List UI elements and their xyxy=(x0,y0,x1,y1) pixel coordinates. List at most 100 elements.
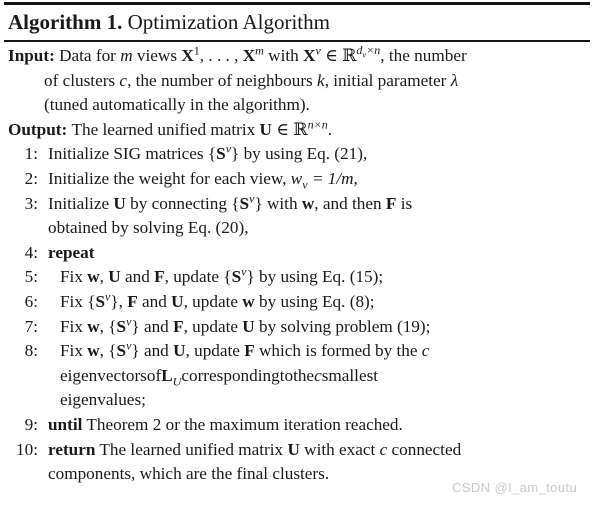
text-run: , xyxy=(99,267,109,287)
algorithm-step: 9: until Theorem 2 or the maximum iterati… xyxy=(0,413,598,438)
step-number: 7: xyxy=(24,316,38,336)
text-run: } by using Eq. (21), xyxy=(231,144,368,164)
input-matrix-Xm: X xyxy=(242,46,256,65)
input-paragraph: Input: Data for m views X1, . . . , Xm w… xyxy=(0,44,598,118)
text-run: of xyxy=(146,365,162,385)
step-text: Fix w, U and F, update {Sv} by using Eq.… xyxy=(60,265,592,290)
text-run: }, xyxy=(110,291,128,311)
step-text: Initialize U by connecting {Sv} with w, … xyxy=(48,192,592,217)
step-continuation-line: eigenvectorsofLUcorrespondingtothecsmall… xyxy=(60,364,592,389)
input-tail-text: , the number xyxy=(380,46,467,65)
text-run: repeat xyxy=(48,242,95,262)
algorithm-body: Input: Data for m views X1, . . . , Xm w… xyxy=(0,44,598,487)
text-run: with exact xyxy=(299,439,380,459)
step-text: repeat xyxy=(48,241,592,266)
text-run: w xyxy=(87,316,100,336)
text-run: , update { xyxy=(164,267,232,287)
text-run: F xyxy=(154,267,165,287)
text-run: U xyxy=(242,316,255,336)
output-dimension-sup: n×n xyxy=(307,117,328,132)
text-run: , update xyxy=(183,291,243,311)
input-text-b: views xyxy=(132,46,182,65)
algorithm-title: Algorithm 1. Optimization Algorithm xyxy=(8,8,330,36)
text-run: , { xyxy=(99,316,117,336)
text-run: Fix { xyxy=(60,291,96,311)
csdn-watermark: CSDN @I_am_toutu xyxy=(452,480,578,495)
input-continuation-line-3: (tuned automatically in the algorithm). xyxy=(44,95,310,115)
input-element-of: ∈ xyxy=(320,46,343,65)
input-continuation-line-2: of clusters c, the number of neighbours … xyxy=(8,69,592,94)
input-var-c: c xyxy=(119,70,128,90)
algorithm-name: Optimization Algorithm xyxy=(127,10,330,34)
algorithm-step: 4: repeat xyxy=(0,241,598,266)
text-run: = 1/ xyxy=(307,168,342,188)
input-dim-times-n: ×n xyxy=(366,43,381,58)
text-run: } and xyxy=(131,316,174,336)
text-run: , update xyxy=(185,341,245,361)
output-period: . xyxy=(327,119,333,139)
algorithm-steps-list: 1: Initialize SIG matrices {Sv} by using … xyxy=(0,142,598,486)
step-number: 9: xyxy=(24,414,38,434)
input-sup-m: m xyxy=(255,43,264,58)
algorithm-step: 3: Initialize U by connecting {Sv} with w… xyxy=(0,192,598,241)
text-run: and xyxy=(137,291,172,311)
input-var-lambda: λ xyxy=(450,70,459,90)
step-number: 5: xyxy=(24,267,38,287)
output-label: Output: xyxy=(8,119,68,139)
input-var-k: k xyxy=(317,70,325,90)
word: of xyxy=(147,366,161,385)
step-continuation-line: obtained by solving Eq. (20), xyxy=(48,216,592,241)
text-run: until xyxy=(48,414,83,434)
output-paragraph: Output: The learned unified matrix U ∈ ℝ… xyxy=(0,118,598,143)
text-run: F xyxy=(385,193,397,213)
word: c xyxy=(314,366,322,385)
text-run: U xyxy=(287,439,300,459)
step-text: Initialize SIG matrices {Sv} by using Eq… xyxy=(48,142,592,167)
text-run: by solving problem (19); xyxy=(254,316,431,336)
algorithm-step: 8: Fix w, {Sv} and U, update F which is f… xyxy=(0,339,598,413)
word: corresponding xyxy=(181,366,279,385)
text-run: by using Eq. (8); xyxy=(254,291,375,311)
text-run: Fix xyxy=(60,341,88,361)
step-text: Initialize the weight for each view, wv … xyxy=(48,167,592,192)
text-run: , xyxy=(353,168,358,188)
algorithm-box: Algorithm 1. Optimization Algorithm Inpu… xyxy=(0,0,598,518)
input-line2-a: of clusters xyxy=(44,70,120,90)
algorithm-step: 7: Fix w, {Sv} and F, update U by solving… xyxy=(0,315,598,340)
text-run: S xyxy=(239,193,250,213)
text-run: , and then xyxy=(314,193,386,213)
text-run: S xyxy=(231,267,242,287)
text-run: F xyxy=(244,341,255,361)
text-run: S xyxy=(116,316,127,336)
word: the xyxy=(293,366,314,385)
text-run: , { xyxy=(99,341,117,361)
text-run: return xyxy=(48,439,96,459)
input-matrix-Xv: X xyxy=(303,46,316,65)
text-run: w xyxy=(242,291,255,311)
step-number: 2: xyxy=(24,168,38,188)
step-continuation-line: eigenvalues; xyxy=(60,388,592,413)
text-run: U xyxy=(173,341,186,361)
text-run: S xyxy=(216,144,226,164)
text-run: U xyxy=(108,267,121,287)
text-run: w xyxy=(301,193,315,213)
text-run: } by using Eq. (15); xyxy=(246,267,384,287)
title-separator-rule xyxy=(4,40,590,42)
input-real-set: ℝ xyxy=(342,46,357,66)
text-run: } with xyxy=(254,193,302,213)
text-run: } and xyxy=(131,341,174,361)
text-run: S xyxy=(95,291,106,311)
text-run: Initialize xyxy=(48,193,114,213)
text-run: which is formed by the xyxy=(254,341,422,361)
algorithm-number-label: Algorithm 1. xyxy=(8,10,123,34)
text-run: w xyxy=(87,267,100,287)
step-number: 3: xyxy=(24,193,38,213)
step-number: 1: xyxy=(24,144,38,164)
input-label: Input: xyxy=(8,46,55,65)
text-run: Initialize SIG matrices { xyxy=(48,144,217,164)
input-commas: , . . . , xyxy=(199,46,243,65)
step-text: Fix w, {Sv} and F, update U by solving p… xyxy=(60,315,592,340)
step-text: return The learned unified matrix U with… xyxy=(48,438,592,463)
text-run: L xyxy=(161,365,173,385)
text-run: c xyxy=(314,365,322,385)
